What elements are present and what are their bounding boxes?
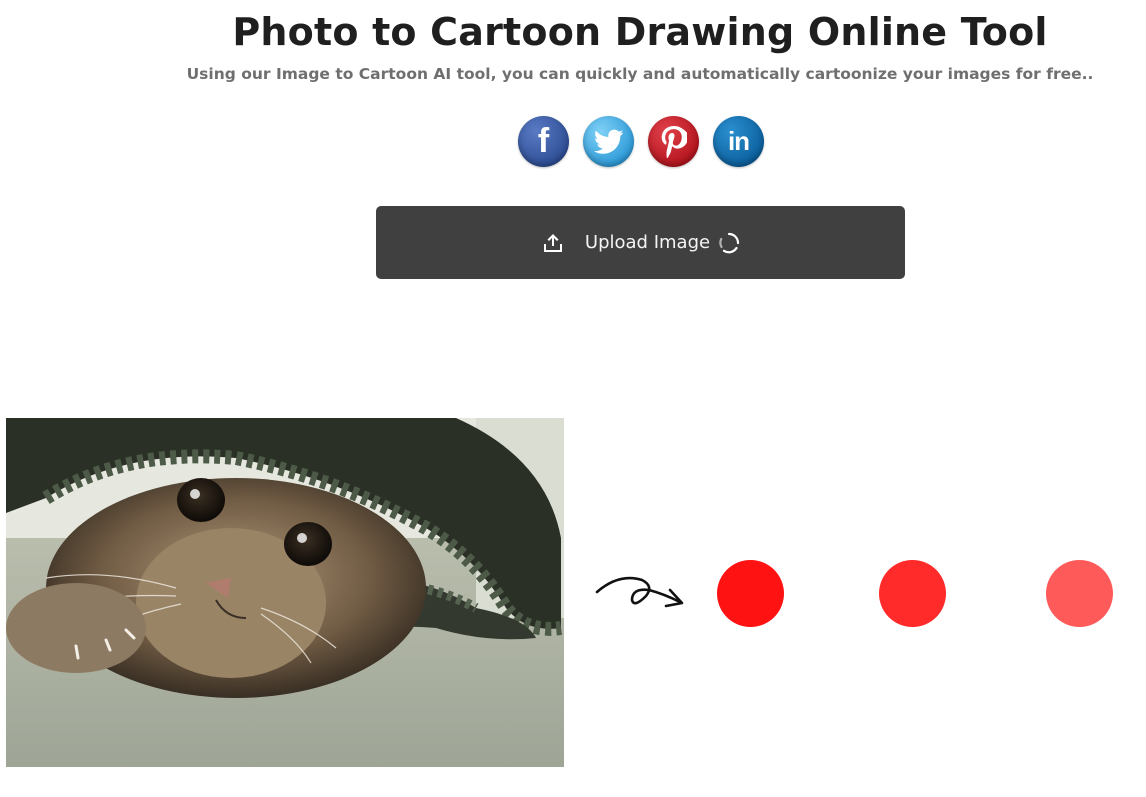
twitter-icon: [593, 129, 623, 154]
kitten-under-rug-image: [6, 418, 564, 767]
loading-dot-3: [1046, 560, 1113, 627]
loading-spinner-icon: [719, 232, 740, 253]
page: Photo to Cartoon Drawing Online Tool Usi…: [0, 0, 1146, 797]
loading-dot-1: [717, 560, 784, 627]
page-subtitle: Using our Image to Cartoon AI tool, you …: [186, 65, 1094, 83]
upload-icon: [543, 233, 562, 252]
pinterest-icon: [661, 125, 687, 158]
loading-dot-2: [879, 560, 946, 627]
facebook-share-button[interactable]: f: [518, 116, 569, 167]
upload-image-button[interactable]: Upload Image: [376, 206, 905, 279]
social-share-bar: f in: [518, 116, 764, 167]
original-photo: [6, 418, 564, 767]
upload-button-label: Upload Image: [584, 232, 711, 253]
twitter-share-button[interactable]: [583, 116, 634, 167]
page-title: Photo to Cartoon Drawing Online Tool: [232, 10, 1048, 54]
linkedin-share-button[interactable]: in: [713, 116, 764, 167]
upload-button-content: Upload Image: [541, 231, 740, 255]
linkedin-icon: in: [727, 126, 750, 156]
pinterest-share-button[interactable]: [648, 116, 699, 167]
curved-arrow-icon: [595, 576, 684, 608]
facebook-icon: f: [537, 122, 550, 160]
